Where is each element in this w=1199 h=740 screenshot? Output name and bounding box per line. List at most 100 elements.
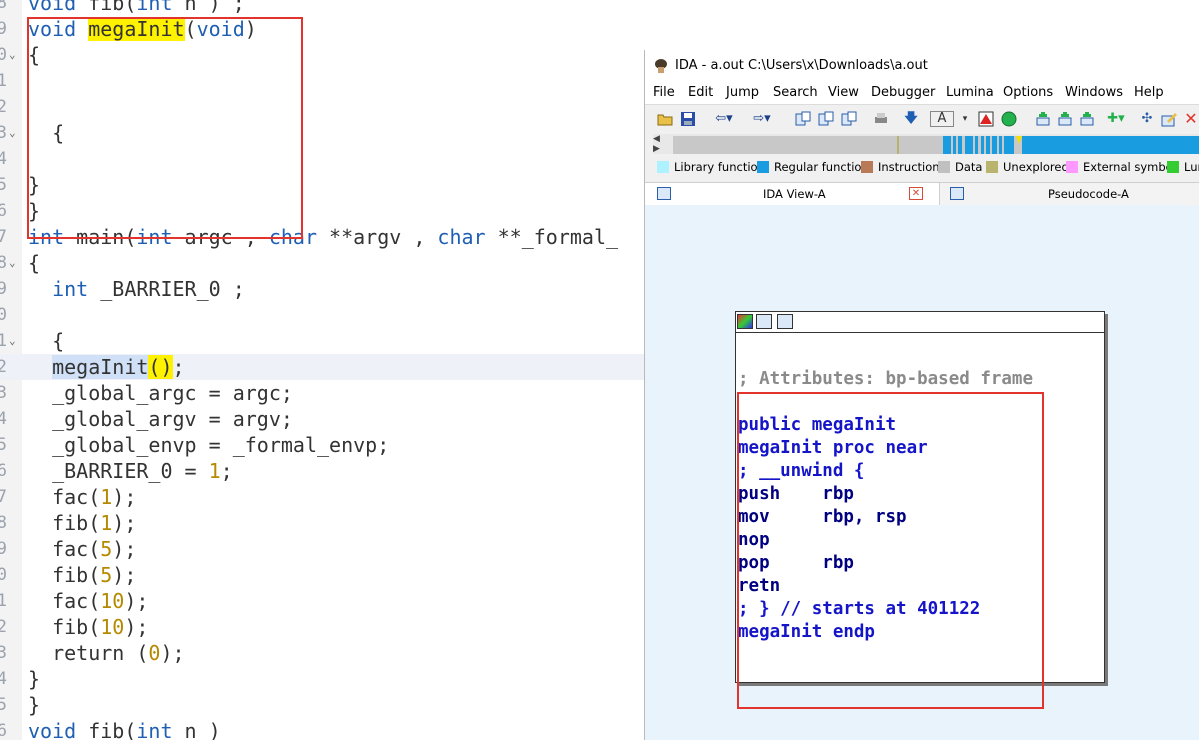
menu-search[interactable]: Search xyxy=(773,82,818,104)
ida-app-icon xyxy=(655,59,667,73)
legend-swatch xyxy=(757,161,769,173)
nav-band-arrows[interactable]: ◀ ▶ xyxy=(653,134,671,154)
line-number: 9 xyxy=(0,19,7,39)
node-rename-icon[interactable] xyxy=(756,314,772,329)
code-editor[interactable]: 8 void fib(int n ) ; 9 void megaInit(void) 0… xyxy=(0,0,644,740)
code-line[interactable]: 4} xyxy=(0,666,644,692)
add-data-icon[interactable] xyxy=(1057,111,1073,127)
code-token: ); xyxy=(124,615,149,639)
code-line[interactable]: 2 fib(10); xyxy=(0,614,644,640)
add-function-icon[interactable]: ✚▾ xyxy=(1103,111,1129,127)
code-line[interactable]: 0 xyxy=(0,302,644,328)
jump-down-arrow-icon[interactable]: 🡇 xyxy=(903,111,919,127)
back-arrow-icon[interactable]: ⇦▾ xyxy=(713,111,735,127)
code-token: **_formal_ xyxy=(485,225,619,249)
code-line[interactable]: 2 megaInit(); xyxy=(0,354,644,380)
ida-view-icon xyxy=(657,187,671,200)
code-text: void fib(int n ) ; xyxy=(28,0,245,16)
stop-debug-icon[interactable] xyxy=(978,111,994,127)
navigation-band[interactable]: ◀ ▶ xyxy=(653,134,1199,154)
code-token: ); xyxy=(112,537,137,561)
code-line[interactable]: 3 return (0); xyxy=(0,640,644,666)
binary-view-icon[interactable] xyxy=(795,111,811,127)
code-line[interactable]: 6 _BARRIER_0 = 1; xyxy=(0,458,644,484)
code-token: _global_argc = argc; xyxy=(28,381,293,405)
code-token: 1 xyxy=(100,511,113,535)
code-line[interactable]: 7 fac(1); xyxy=(0,484,644,510)
asm-line[interactable]: ; Attributes: bp-based frame xyxy=(738,368,1033,391)
menu-options[interactable]: Options xyxy=(1003,82,1053,104)
code-line[interactable]: 3 _global_argc = argc; xyxy=(0,380,644,406)
code-line[interactable]: 5 _global_envp = _formal_envp; xyxy=(0,432,644,458)
menu-jump[interactable]: Jump xyxy=(726,82,759,104)
code-token: _BARRIER_0 ; xyxy=(88,277,245,301)
line-number: 5 xyxy=(0,695,7,715)
close-red-icon[interactable]: ✕ xyxy=(1183,111,1199,127)
code-line[interactable]: 6 void fib(int n ) xyxy=(0,718,644,740)
code-line[interactable]: 4 _global_argv = argv; xyxy=(0,406,644,432)
menu-file[interactable]: File xyxy=(653,82,675,104)
add-string-icon[interactable] xyxy=(1079,111,1095,127)
text-mode-icon[interactable]: A xyxy=(930,111,954,127)
code-text: fib(10); xyxy=(28,614,148,640)
navigation-bar[interactable] xyxy=(673,136,1199,154)
menu-windows[interactable]: Windows xyxy=(1065,82,1123,104)
menu-edit[interactable]: Edit xyxy=(688,82,713,104)
code-token: 5 xyxy=(100,537,113,561)
code-line[interactable]: 1 fac(10); xyxy=(0,588,644,614)
edit-icon[interactable] xyxy=(1161,111,1177,127)
legend-swatch xyxy=(861,161,873,173)
line-number: 6 xyxy=(0,201,7,221)
plugin-icon[interactable]: ✣ xyxy=(1139,111,1155,127)
code-line[interactable]: 8 ⌄ { xyxy=(0,250,644,276)
tab-pseudocode-a[interactable]: Pseudocode-A xyxy=(939,183,1199,205)
fold-chevron-icon[interactable]: ⌄ xyxy=(9,328,16,354)
code-token: ; xyxy=(220,459,233,483)
line-number: 0 xyxy=(0,565,7,585)
code-token: 1 xyxy=(208,459,221,483)
hex-view-icon[interactable] xyxy=(818,111,834,127)
code-text: return (0); xyxy=(28,640,184,666)
code-line[interactable]: 5} xyxy=(0,692,644,718)
code-token: fib( xyxy=(76,0,137,15)
code-line[interactable]: 0 fib(5); xyxy=(0,562,644,588)
code-token: fac( xyxy=(28,589,101,613)
code-line[interactable]: 8 fib(1); xyxy=(0,510,644,536)
menu-help[interactable]: Help xyxy=(1134,82,1164,104)
tab-ida-view-a[interactable]: IDA View-A ✕ xyxy=(645,183,939,205)
data-view-icon[interactable] xyxy=(841,111,857,127)
code-token: **argv , xyxy=(317,225,438,249)
code-line[interactable]: 9 int _BARRIER_0 ; xyxy=(0,276,644,302)
code-line[interactable]: 8 void fib(int n ) ; xyxy=(0,0,644,16)
open-folder-icon[interactable] xyxy=(657,111,673,127)
fold-chevron-icon[interactable]: ⌄ xyxy=(9,120,16,146)
text-mode-dropdown-icon[interactable]: ▾ xyxy=(957,111,973,127)
legend-swatch xyxy=(657,161,669,173)
menu-lumina[interactable]: Lumina xyxy=(946,82,994,104)
add-code-icon[interactable] xyxy=(1035,111,1051,127)
line-number: 1 xyxy=(0,71,7,91)
code-token: fib( xyxy=(76,719,137,740)
code-token: fib( xyxy=(28,511,101,535)
menu-view[interactable]: View xyxy=(828,82,859,104)
forward-arrow-icon[interactable]: ⇨▾ xyxy=(751,111,773,127)
code-line[interactable]: 9 fac(5); xyxy=(0,536,644,562)
fold-chevron-icon[interactable]: ⌄ xyxy=(9,42,16,68)
node-group-icon[interactable] xyxy=(777,314,793,329)
code-line[interactable]: 1 ⌄ { xyxy=(0,328,644,354)
code-token: { xyxy=(28,329,65,353)
save-icon[interactable] xyxy=(680,111,696,127)
node-color-icon[interactable] xyxy=(737,314,753,329)
run-green-icon[interactable] xyxy=(1001,111,1017,127)
print-icon[interactable] xyxy=(873,111,889,127)
ida-title-bar[interactable]: IDA - a.out C:\Users\x\Downloads\a.out xyxy=(645,50,1199,82)
code-text: fac(5); xyxy=(28,536,136,562)
legend-swatch xyxy=(1066,161,1078,173)
line-number: 3 xyxy=(0,123,7,143)
menu-debugger[interactable]: Debugger xyxy=(871,82,935,104)
fold-chevron-icon[interactable]: ⌄ xyxy=(9,250,16,276)
view-tabs: IDA View-A ✕ Pseudocode-A xyxy=(645,182,1199,206)
close-tab-icon[interactable]: ✕ xyxy=(909,187,923,200)
code-token: fib( xyxy=(28,615,101,639)
